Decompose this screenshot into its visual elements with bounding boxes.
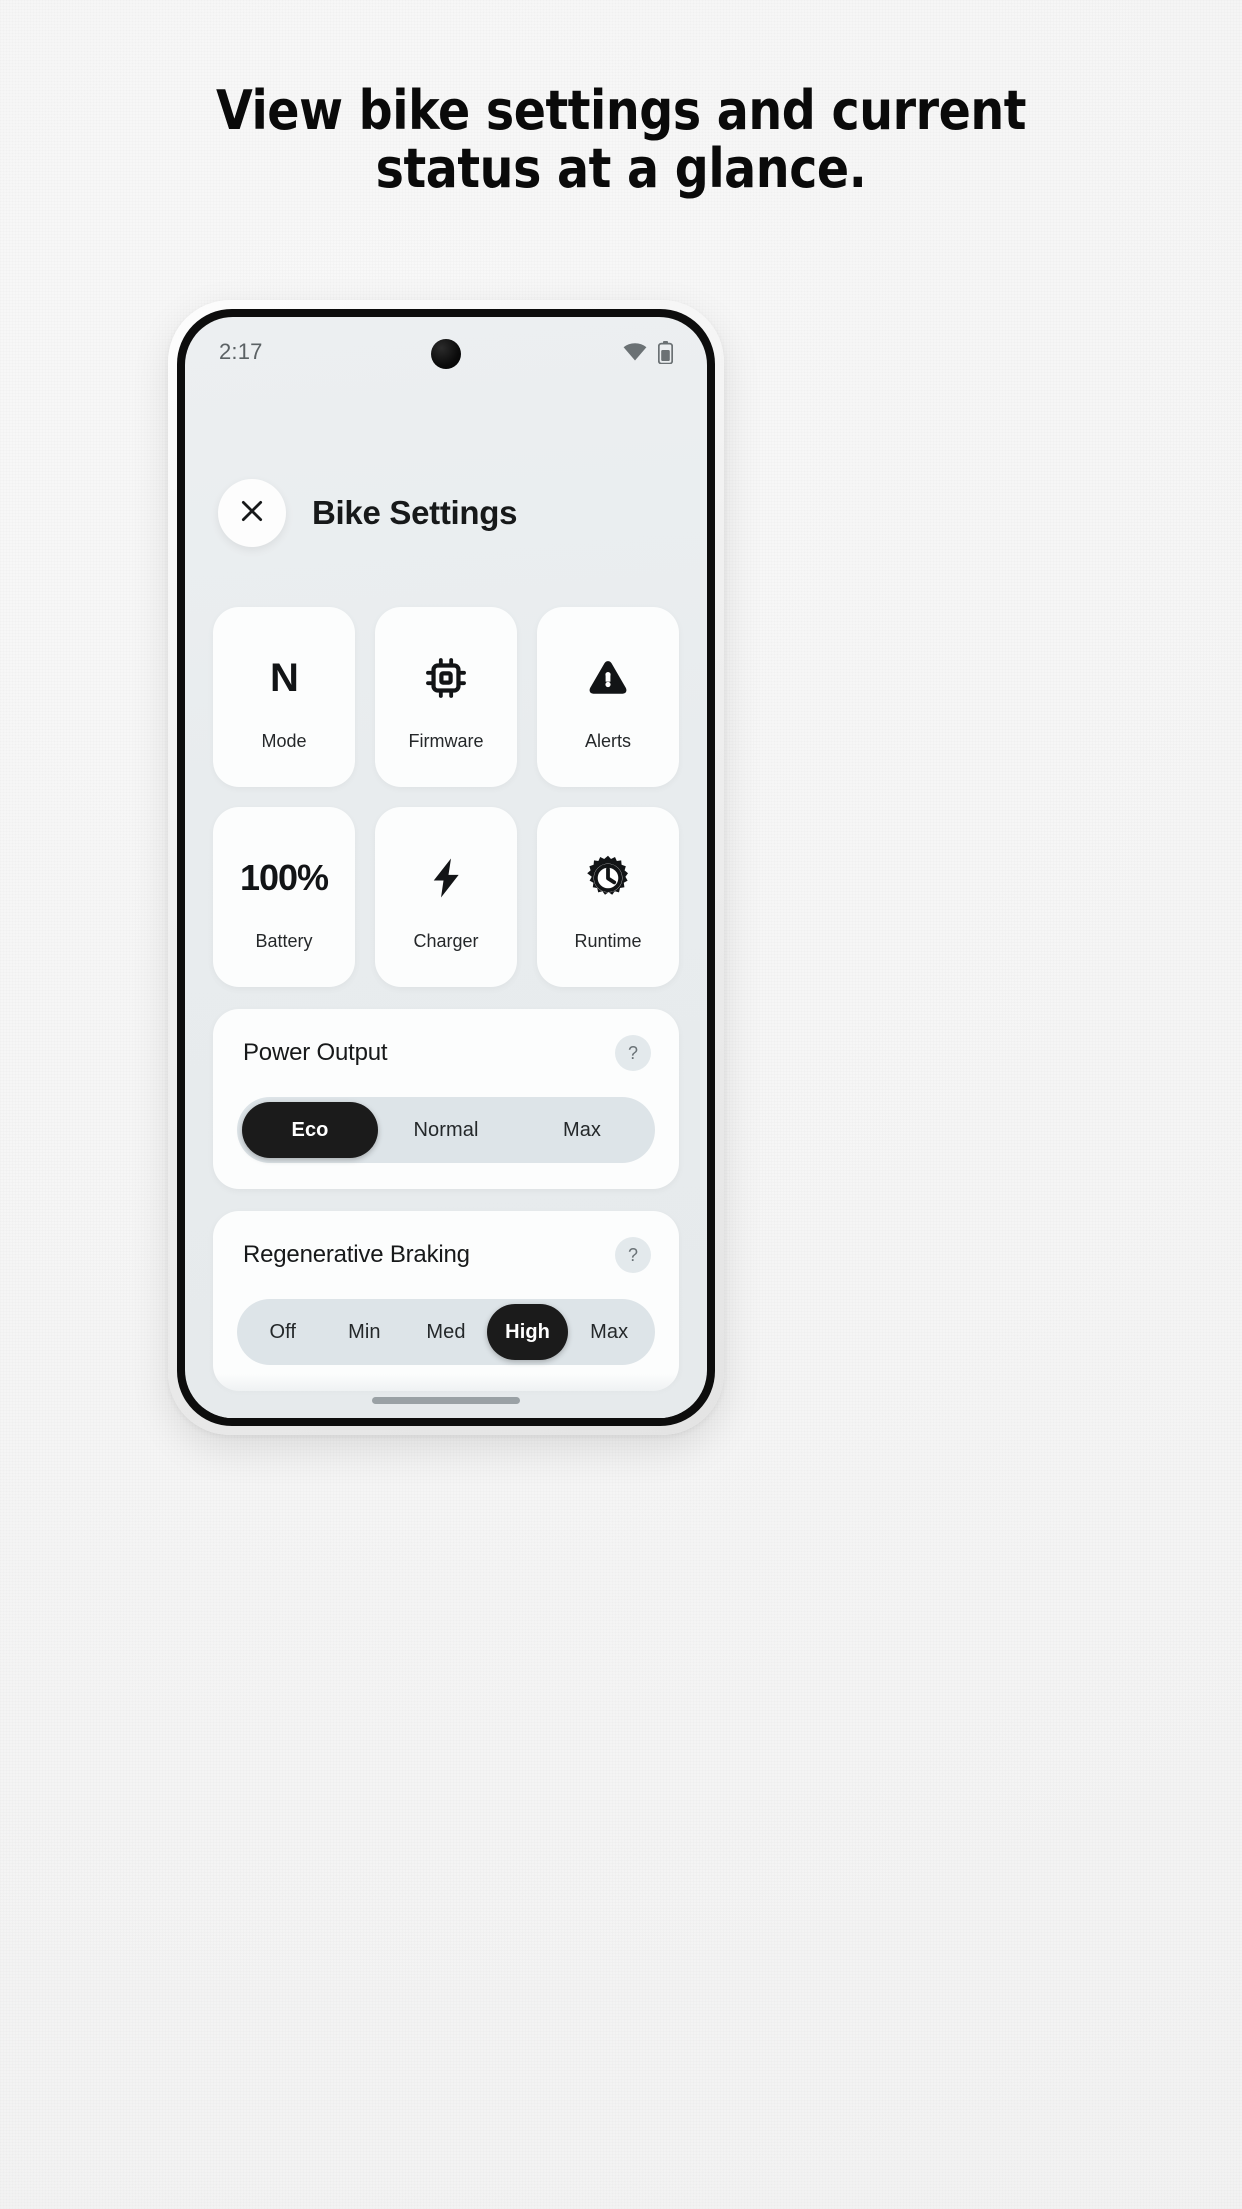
battery-icon bbox=[658, 340, 673, 364]
tile-firmware[interactable]: Firmware bbox=[375, 607, 517, 787]
page-headline: View bike settings and current status at… bbox=[75, 79, 1168, 201]
lightning-bolt-icon bbox=[423, 843, 469, 913]
regenerative-braking-title: Regenerative Braking bbox=[243, 1241, 470, 1268]
power-output-segmented-control: Eco Normal Max bbox=[237, 1097, 655, 1163]
regen-option-max[interactable]: Max bbox=[568, 1304, 650, 1360]
headline-line-2: status at a glance. bbox=[375, 137, 867, 201]
power-output-option-normal[interactable]: Normal bbox=[378, 1102, 514, 1158]
phone-bezel: 2:17 Bike Settings N Mode Firmware Alert… bbox=[177, 309, 715, 1426]
close-button[interactable] bbox=[218, 479, 286, 547]
chip-icon bbox=[423, 643, 469, 713]
tile-battery-value: 100% bbox=[239, 856, 329, 898]
setting-card-power-output: Power Output ? Eco Normal Max bbox=[213, 1009, 679, 1189]
power-output-option-max[interactable]: Max bbox=[514, 1102, 650, 1158]
tile-charger-label: Charger bbox=[413, 930, 479, 951]
headline-line-1: View bike settings and current bbox=[215, 79, 1027, 142]
phone-mockup: 2:17 Bike Settings N Mode Firmware Alert… bbox=[168, 300, 724, 1435]
warning-triangle-icon bbox=[585, 643, 631, 713]
help-icon-regenerative-braking[interactable]: ? bbox=[615, 1237, 651, 1273]
tile-alerts-label: Alerts bbox=[584, 730, 631, 751]
status-tile-grid: N Mode Firmware Alerts 100% Battery Char… bbox=[213, 607, 679, 987]
regen-option-med[interactable]: Med bbox=[405, 1304, 487, 1360]
regen-option-min[interactable]: Min bbox=[324, 1304, 406, 1360]
home-indicator[interactable] bbox=[372, 1397, 520, 1404]
power-output-header: Power Output ? bbox=[237, 1035, 655, 1071]
mode-value-icon: N bbox=[270, 643, 299, 713]
regen-option-high[interactable]: High bbox=[486, 1304, 569, 1360]
settings-screen-content: Bike Settings N Mode Firmware Alerts 100… bbox=[185, 387, 707, 1418]
setting-card-learner-mode: Learner Mode ? Off On bbox=[213, 1413, 679, 1418]
power-output-option-eco[interactable]: Eco bbox=[242, 1102, 378, 1158]
close-icon bbox=[239, 498, 265, 529]
tile-alerts[interactable]: Alerts bbox=[537, 607, 679, 787]
setting-card-regenerative-braking: Regenerative Braking ? Off Min Med High … bbox=[213, 1211, 679, 1391]
front-camera-punch-hole bbox=[431, 339, 461, 369]
tile-mode[interactable]: N Mode bbox=[213, 607, 355, 787]
page-title: Bike Settings bbox=[312, 494, 518, 531]
battery-value-icon: 100% bbox=[239, 843, 329, 913]
regen-option-off[interactable]: Off bbox=[242, 1304, 324, 1360]
status-bar-time: 2:17 bbox=[219, 339, 263, 364]
regenerative-braking-header: Regenerative Braking ? bbox=[237, 1237, 655, 1273]
tile-runtime-label: Runtime bbox=[574, 930, 642, 951]
gauge-clock-icon bbox=[584, 843, 632, 913]
tile-battery[interactable]: 100% Battery bbox=[213, 807, 355, 987]
tile-mode-label: Mode bbox=[261, 730, 307, 751]
tile-battery-label: Battery bbox=[255, 930, 313, 951]
status-bar-icons bbox=[623, 340, 673, 364]
power-output-title: Power Output bbox=[243, 1039, 388, 1066]
tile-firmware-label: Firmware bbox=[408, 730, 484, 751]
phone-screen: 2:17 Bike Settings N Mode Firmware Alert… bbox=[185, 317, 707, 1418]
tile-mode-value: N bbox=[270, 655, 299, 700]
screen-header: Bike Settings bbox=[213, 387, 679, 547]
help-icon-power-output[interactable]: ? bbox=[615, 1035, 651, 1071]
tile-runtime[interactable]: Runtime bbox=[537, 807, 679, 987]
wifi-icon bbox=[623, 343, 647, 361]
regenerative-braking-segmented-control: Off Min Med High Max bbox=[237, 1299, 655, 1365]
tile-charger[interactable]: Charger bbox=[375, 807, 517, 987]
